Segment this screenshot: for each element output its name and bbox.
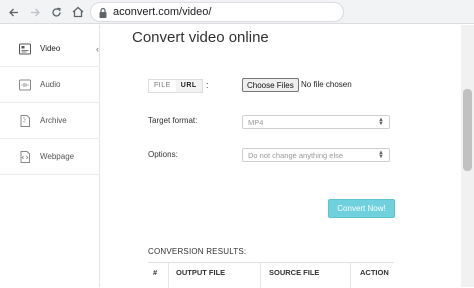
browser-toolbar: aconvert.com/video/ xyxy=(0,0,474,24)
address-bar[interactable]: aconvert.com/video/ xyxy=(90,2,344,22)
results-title: CONVERSION RESULTS: xyxy=(148,247,247,256)
sidebar-item-label: Video xyxy=(40,44,61,53)
target-format-label: Target format: xyxy=(148,116,198,125)
column-header-source-file: SOURCE FILE xyxy=(269,268,320,277)
tab-separator: : xyxy=(206,80,209,90)
sidebar-item-video[interactable]: Video ‹ xyxy=(0,31,100,67)
file-status-text: No file chosen xyxy=(301,80,352,89)
reload-icon[interactable] xyxy=(47,3,65,21)
choose-files-button[interactable]: Choose Files xyxy=(242,78,299,92)
home-icon[interactable] xyxy=(69,3,87,21)
lock-icon xyxy=(98,6,108,18)
vertical-scrollbar[interactable] xyxy=(461,25,474,287)
audio-icon xyxy=(18,78,32,92)
sidebar-item-archive[interactable]: Archive xyxy=(0,103,100,139)
results-table: # OUTPUT FILE SOURCE FILE ACTION xyxy=(148,262,394,288)
forward-arrow-icon[interactable] xyxy=(26,3,44,21)
select-arrows-icon: ▲ ▼ xyxy=(378,117,384,127)
options-select[interactable]: Do not change anything else ▲ ▼ xyxy=(242,148,390,162)
url-text: aconvert.com/video/ xyxy=(113,6,212,18)
scrollbar-thumb[interactable] xyxy=(463,89,472,171)
collapse-arrow-icon[interactable]: ‹ xyxy=(96,44,99,54)
tab-url[interactable]: URL xyxy=(175,80,202,92)
target-format-value: MP4 xyxy=(248,117,264,127)
column-divider xyxy=(168,263,169,288)
sidebar-item-label: Audio xyxy=(40,80,61,89)
video-icon xyxy=(18,42,32,56)
column-header-action: ACTION xyxy=(360,268,389,277)
sidebar-item-webpage[interactable]: Webpage xyxy=(0,139,100,175)
column-divider xyxy=(350,263,351,288)
sidebar: Video ‹ Audio Archive Webpage xyxy=(0,25,100,287)
webpage-icon xyxy=(18,150,32,164)
page-title: Convert video online xyxy=(132,29,269,46)
column-divider xyxy=(260,263,261,288)
select-arrows-icon: ▲ ▼ xyxy=(378,150,384,160)
options-value: Do not change anything else xyxy=(248,150,344,160)
tab-file[interactable]: FILE xyxy=(149,80,176,92)
archive-icon xyxy=(18,114,32,128)
column-header-output-file: OUTPUT FILE xyxy=(176,268,226,277)
convert-now-button[interactable]: Convert Now! xyxy=(328,199,395,218)
options-label: Options: xyxy=(148,150,178,159)
column-header-number: # xyxy=(153,268,158,277)
sidebar-item-audio[interactable]: Audio xyxy=(0,67,100,103)
source-tabs: FILE URL xyxy=(148,79,203,93)
target-format-select[interactable]: MP4 ▲ ▼ xyxy=(242,115,390,129)
sidebar-item-label: Webpage xyxy=(40,152,75,161)
sidebar-item-label: Archive xyxy=(40,116,67,125)
back-arrow-icon[interactable] xyxy=(4,3,22,21)
